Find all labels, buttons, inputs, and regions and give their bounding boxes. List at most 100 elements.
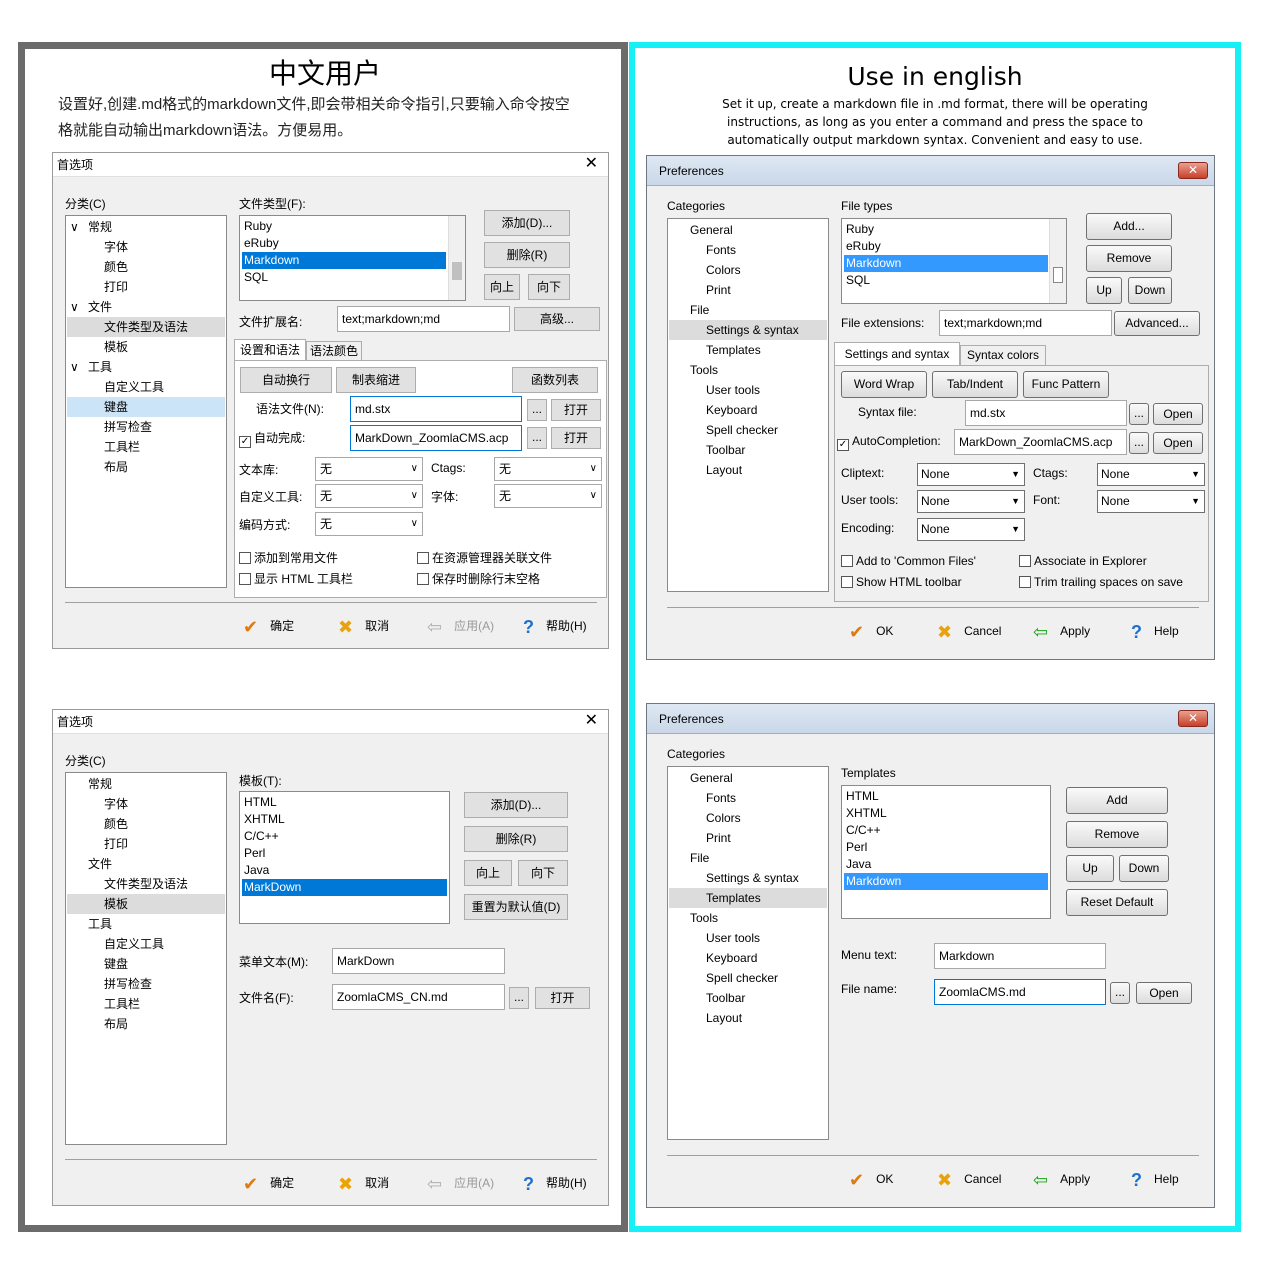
tree-item-tools[interactable]: Tools — [690, 360, 718, 380]
word-wrap-button[interactable]: Word Wrap — [841, 371, 927, 398]
tree-item-templates[interactable]: 模板 — [104, 337, 128, 357]
categories-tree[interactable]: ∨ 常规 字体 颜色 打印 ∨ 文件 文件类型及语法 模板 ∨ 工具 自定义工具… — [65, 215, 227, 588]
browse-syntax-button[interactable]: ... — [527, 399, 547, 421]
remove-button[interactable]: 删除(R) — [484, 242, 570, 268]
cancel-button[interactable]: ✖ 取消 — [338, 1174, 389, 1195]
close-icon[interactable]: ✕ — [1178, 710, 1208, 727]
apply-button[interactable]: ⇦ Apply — [1033, 1170, 1090, 1191]
open-autocomp-button[interactable]: Open — [1153, 432, 1203, 454]
ok-button[interactable]: ✔ 确定 — [243, 617, 294, 638]
tree-item-spell-checker[interactable]: Spell checker — [706, 420, 778, 440]
checkbox-icon[interactable] — [1019, 555, 1031, 567]
help-button[interactable]: ? Help — [1131, 622, 1179, 643]
browse-file-button[interactable]: ... — [1110, 982, 1130, 1004]
tree-item-general[interactable]: 常规 — [88, 774, 112, 794]
tree-item-colors[interactable]: Colors — [706, 260, 741, 280]
tab-settings-syntax[interactable]: 设置和语法 — [234, 339, 306, 361]
tree-item-user-tools[interactable]: 自定义工具 — [104, 934, 164, 954]
cliptext-select[interactable]: 无 ∨ — [315, 457, 423, 481]
tree-item-print[interactable]: 打印 — [104, 834, 128, 854]
close-icon[interactable]: ✕ — [585, 710, 598, 732]
open-autocomp-button[interactable]: 打开 — [551, 427, 601, 449]
tree-item-toolbar[interactable]: Toolbar — [706, 988, 745, 1008]
up-button[interactable]: 向上 — [484, 274, 520, 300]
remove-button[interactable]: Remove — [1066, 821, 1168, 848]
open-syntax-button[interactable]: 打开 — [551, 399, 601, 421]
list-item[interactable]: Ruby — [242, 218, 446, 235]
remove-button[interactable]: 删除(R) — [464, 826, 568, 852]
list-item[interactable]: eRuby — [844, 238, 1048, 255]
list-item-selected[interactable]: Markdown — [844, 873, 1048, 890]
menu-text-input[interactable]: Markdown — [934, 943, 1106, 969]
tree-item-spell-checker[interactable]: 拼写检查 — [104, 974, 152, 994]
templates-list[interactable]: HTML XHTML C/C++ Perl Java MarkDown — [239, 791, 450, 924]
down-button[interactable]: Down — [1128, 277, 1172, 304]
file-name-input[interactable]: ZoomlaCMS_CN.md — [332, 984, 505, 1010]
tree-item-fonts[interactable]: 字体 — [104, 794, 128, 814]
checkbox-checked-icon[interactable]: ✓ — [239, 436, 251, 448]
add-button[interactable]: 添加(D)... — [464, 792, 568, 818]
close-icon[interactable]: ✕ — [1178, 162, 1208, 179]
tree-item-keyboard[interactable]: Keyboard — [706, 948, 757, 968]
down-button[interactable]: Down — [1119, 855, 1169, 882]
func-pattern-button[interactable]: 函数列表 — [512, 367, 598, 393]
tab-indent-button[interactable]: 制表缩进 — [336, 367, 416, 393]
browse-autocomp-button[interactable]: ... — [1129, 432, 1149, 454]
tree-item-tools[interactable]: 工具 — [88, 357, 112, 377]
up-button[interactable]: Up — [1086, 277, 1122, 304]
checkbox-icon[interactable] — [841, 555, 853, 567]
tree-item-layout[interactable]: Layout — [706, 1008, 742, 1028]
tree-item-settings-syntax[interactable]: Settings & syntax — [669, 320, 827, 340]
tree-item-layout[interactable]: 布局 — [104, 1014, 128, 1034]
close-icon[interactable]: ✕ — [585, 153, 598, 175]
open-syntax-button[interactable]: Open — [1153, 403, 1203, 425]
tab-indent-button[interactable]: Tab/Indent — [932, 371, 1018, 398]
advanced-button[interactable]: 高级... — [514, 307, 600, 331]
autocompletion-input[interactable]: MarkDown_ZoomlaCMS.acp — [954, 429, 1127, 455]
tree-item-file[interactable]: File — [690, 848, 709, 868]
ctags-select[interactable]: None ▼ — [1097, 463, 1205, 486]
tree-item-templates[interactable]: Templates — [706, 340, 761, 360]
categories-tree[interactable]: General Fonts Colors Print File Settings… — [667, 218, 829, 592]
list-item[interactable]: C/C++ — [242, 828, 447, 845]
cancel-button[interactable]: ✖ Cancel — [937, 622, 1001, 643]
tree-item-fonts[interactable]: Fonts — [706, 240, 736, 260]
tree-item-spell-checker[interactable]: 拼写检查 — [104, 417, 152, 437]
down-button[interactable]: 向下 — [528, 274, 570, 300]
html-toolbar-checkbox[interactable]: 显示 HTML 工具栏 — [239, 570, 353, 587]
open-file-button[interactable]: 打开 — [535, 987, 590, 1009]
reset-default-button[interactable]: 重置为默认值(D) — [464, 894, 568, 920]
tree-item-colors[interactable]: Colors — [706, 808, 741, 828]
reset-default-button[interactable]: Reset Default — [1066, 889, 1168, 916]
ok-button[interactable]: ✔ 确定 — [243, 1174, 294, 1195]
common-files-checkbox[interactable]: Add to 'Common Files' — [841, 554, 976, 568]
tree-item-filetypes-syntax[interactable]: 文件类型及语法 — [104, 874, 188, 894]
cliptext-select[interactable]: None ▼ — [917, 463, 1025, 486]
list-item[interactable]: eRuby — [242, 235, 446, 252]
tree-item-layout[interactable]: Layout — [706, 460, 742, 480]
tree-item-print[interactable]: Print — [706, 828, 731, 848]
checkbox-icon[interactable] — [239, 552, 251, 564]
list-item[interactable]: XHTML — [844, 805, 1048, 822]
file-name-input[interactable]: ZoomlaCMS.md — [934, 979, 1106, 1005]
associate-explorer-checkbox[interactable]: 在资源管理器关联文件 — [417, 549, 552, 566]
browse-file-button[interactable]: ... — [509, 987, 529, 1009]
tree-item-toolbar[interactable]: Toolbar — [706, 440, 745, 460]
filetypes-list[interactable]: Ruby eRuby Markdown SQL — [841, 218, 1067, 304]
up-button[interactable]: Up — [1066, 855, 1114, 882]
tree-item-fonts[interactable]: 字体 — [104, 237, 128, 257]
tree-item-file[interactable]: 文件 — [88, 854, 112, 874]
ok-button[interactable]: ✔ OK — [849, 1170, 893, 1191]
templates-list[interactable]: HTML XHTML C/C++ Perl Java Markdown — [841, 785, 1051, 919]
filetypes-list[interactable]: Ruby eRuby Markdown SQL — [239, 215, 466, 301]
down-button[interactable]: 向下 — [518, 860, 568, 886]
tree-item-file[interactable]: 文件 — [88, 297, 112, 317]
tab-settings-syntax[interactable]: Settings and syntax — [834, 342, 960, 366]
browse-syntax-button[interactable]: ... — [1129, 403, 1149, 425]
user-tools-select[interactable]: 无 ∨ — [315, 484, 423, 508]
help-button[interactable]: ? Help — [1131, 1170, 1179, 1191]
tree-item-fonts[interactable]: Fonts — [706, 788, 736, 808]
autocompletion-checkbox[interactable]: ✓ AutoCompletion: — [837, 434, 941, 451]
list-item[interactable]: Perl — [242, 845, 447, 862]
checkbox-icon[interactable] — [239, 573, 251, 585]
